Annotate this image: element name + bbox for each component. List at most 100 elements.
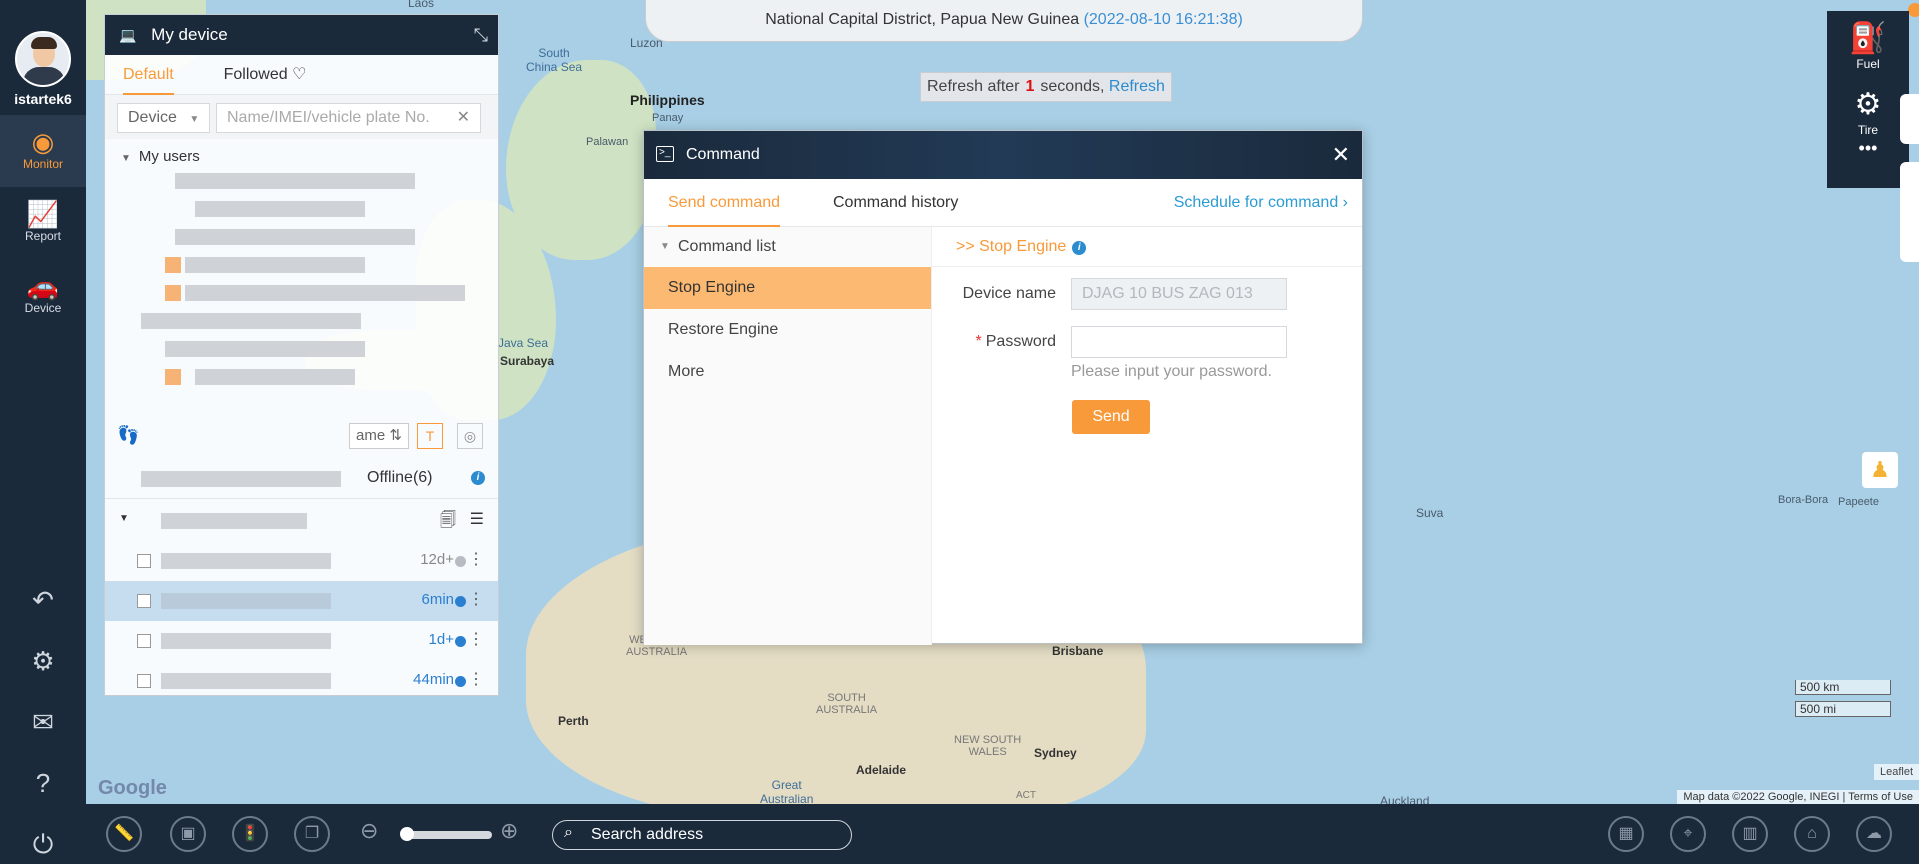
garage-icon[interactable]: ⌂ (1794, 816, 1830, 852)
row-checkbox[interactable] (137, 674, 151, 688)
command-list-header[interactable]: ▼ Command list (644, 227, 931, 267)
map-book-icon[interactable]: ▦ (1608, 816, 1644, 852)
last-update-time: 12d+ (420, 551, 454, 568)
table-row[interactable]: 1d+ ⋮ (105, 621, 498, 661)
command-item-restore-engine[interactable]: Restore Engine (644, 309, 931, 351)
table-row[interactable]: 44min ⋮ (105, 661, 498, 701)
redacted-row (161, 593, 331, 609)
table-row[interactable]: 6min ⋮ (105, 581, 498, 621)
leaflet-attribution[interactable]: Leaflet (1873, 764, 1919, 780)
map-label-act: ACT (1016, 790, 1036, 801)
sort-by-name[interactable]: ame ⇅ (349, 423, 409, 449)
command-item-stop-engine[interactable]: Stop Engine (644, 267, 931, 309)
command-form: >> Stop Engine i Device name DJAG 10 BUS … (932, 227, 1362, 645)
fuel-label: Fuel (1856, 57, 1880, 71)
selected-command-title: >> Stop Engine i (932, 227, 1362, 267)
area-icon[interactable]: ▣ (170, 816, 206, 852)
device-search-input[interactable]: Name/IMEI/vehicle plate No. ✕ (216, 103, 481, 133)
redacted-row (161, 633, 331, 649)
tab-send-command[interactable]: Send command (668, 179, 781, 227)
more-tools-button[interactable]: ••• (1827, 139, 1909, 157)
street-view-pegman-icon[interactable]: ♟ (1862, 452, 1898, 488)
power-icon[interactable]: ⏻ (0, 814, 86, 864)
batch-command-icon[interactable]: 🗐 (440, 509, 456, 536)
mail-icon[interactable]: ✉ (0, 692, 86, 753)
map-label-java-sea: Java Sea (498, 336, 549, 350)
zoom-out-icon[interactable]: ⊖ (360, 818, 378, 844)
tab-followed[interactable]: Followed ♡ (224, 55, 307, 95)
redacted-row (141, 313, 361, 329)
tree-root-my-users[interactable]: ▼ My users (105, 139, 498, 175)
info-icon[interactable]: i (1072, 241, 1087, 255)
refresh-link[interactable]: Refresh (1109, 78, 1165, 95)
text-toggle-icon[interactable]: T (417, 423, 443, 449)
settings-gear-icon[interactable]: ⚙ (0, 631, 86, 692)
send-button[interactable]: Send (1072, 400, 1150, 434)
collapse-icon[interactable]: ⤡ (474, 15, 488, 55)
avatar[interactable] (15, 31, 71, 87)
ruler-icon[interactable]: 📏 (106, 816, 142, 852)
close-icon[interactable]: ✕ (1332, 131, 1350, 179)
device-panel-header: 💻 My device ⤡ (105, 15, 498, 55)
terms-link[interactable]: Terms of Use (1848, 791, 1913, 803)
password-label-wrap: * Password (932, 333, 1056, 351)
row-checkbox[interactable] (137, 634, 151, 648)
heart-icon: ♡ (292, 66, 307, 83)
command-item-more[interactable]: More (644, 351, 931, 393)
last-update-time: 44min (413, 671, 454, 688)
table-row[interactable]: 12d+ ⋮ (105, 541, 498, 581)
location-pin-icon[interactable]: ⌖ (1670, 816, 1706, 852)
locate-icon[interactable]: ◎ (457, 423, 483, 449)
tab-default[interactable]: Default (123, 55, 174, 95)
sidebar-item-monitor[interactable]: ◉ Monitor (0, 115, 86, 187)
password-field[interactable] (1071, 326, 1287, 358)
caret-down-icon: ▼ (121, 153, 131, 164)
tab-command-history[interactable]: Command history (833, 179, 958, 227)
tree-root-label: My users (138, 148, 200, 165)
help-icon[interactable]: ? (0, 753, 86, 814)
google-logo: Google (98, 777, 167, 799)
row-checkbox[interactable] (137, 554, 151, 568)
row-checkbox[interactable] (137, 594, 151, 608)
dialog-header: >_ Command ✕ (644, 131, 1362, 179)
info-icon[interactable]: i (471, 471, 485, 485)
zoom-in-icon[interactable]: ⊕ (500, 818, 518, 844)
traffic-light-icon[interactable]: 🚦 (232, 816, 268, 852)
zoom-slider[interactable] (402, 831, 492, 839)
map-attribution: Map data ©2022 Google, INEGI | Terms of … (1677, 790, 1919, 804)
current-address-bar: National Capital District, Papua New Gui… (645, 0, 1363, 42)
side-card-edge[interactable] (1900, 94, 1919, 144)
redacted-row (141, 471, 341, 487)
username[interactable]: istartek6 (0, 91, 86, 107)
fuel-button[interactable]: ⛽ Fuel (1827, 11, 1909, 77)
more-options-icon[interactable]: ⋮ (468, 549, 484, 569)
side-card-edge[interactable] (1900, 162, 1919, 262)
tire-button[interactable]: ⚙ Tire (1827, 77, 1909, 143)
list-settings-icon[interactable]: ☰ (470, 509, 484, 529)
group-row[interactable]: ▼ 🗐 ☰ (105, 501, 498, 541)
laptop-icon: 💻 (119, 27, 137, 43)
sidebar-item-report[interactable]: 📈 Report (0, 187, 86, 259)
schedule-command-link[interactable]: Schedule for command › (1174, 179, 1348, 227)
cloud-download-icon[interactable]: ☁ (1856, 816, 1892, 852)
back-icon[interactable]: ↶ (0, 570, 86, 631)
more-options-icon[interactable]: ⋮ (468, 629, 484, 649)
address-search-input[interactable]: Search address (552, 820, 852, 850)
search-type-value: Device (128, 109, 177, 126)
clear-icon[interactable]: ✕ (457, 104, 470, 132)
search-type-select[interactable]: Device ▼ (117, 103, 210, 133)
map-label-nsw: NEW SOUTH WALES (954, 734, 1022, 758)
notification-badge[interactable] (1908, 3, 1919, 17)
map-label-panay: Panay (652, 112, 684, 124)
sidebar-item-device[interactable]: 🚗 Device (0, 259, 86, 331)
more-options-icon[interactable]: ⋮ (468, 589, 484, 609)
last-update-time: 6min (421, 591, 454, 608)
caret-down-icon: ▼ (119, 513, 129, 524)
fence-icon[interactable]: ▥ (1732, 816, 1768, 852)
map-label-perth: Perth (558, 714, 589, 728)
more-options-icon[interactable]: ⋮ (468, 669, 484, 689)
zoom-slider-knob[interactable] (400, 827, 414, 841)
status-offline[interactable]: Offline(6) (367, 469, 433, 487)
footprint-icon[interactable]: 👣 (117, 425, 139, 446)
layers-icon[interactable]: ❐ (294, 816, 330, 852)
